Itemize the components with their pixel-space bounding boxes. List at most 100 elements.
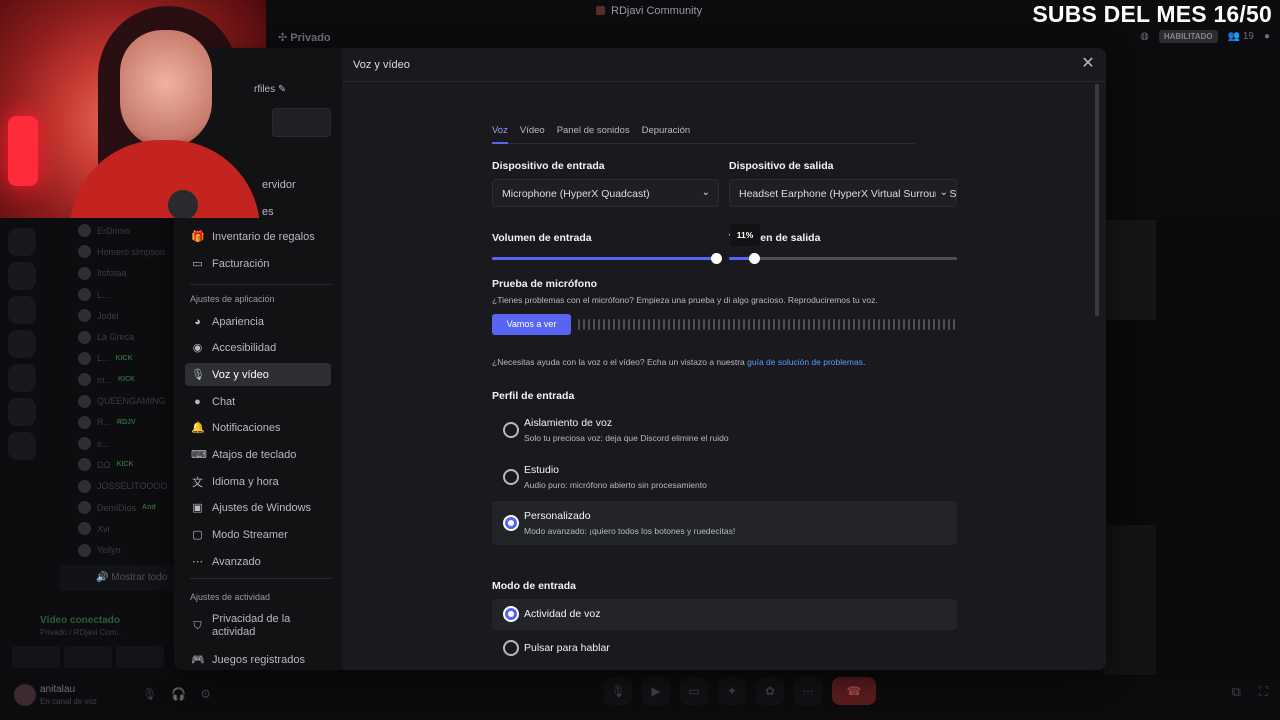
tab-voice[interactable]: Voz [492,123,508,144]
server-icon[interactable] [8,296,36,324]
input-volume-knob[interactable] [710,253,722,264]
sidebar-item-voice-video[interactable]: 🎙 Voz y vídeo [185,363,331,386]
profile-option-studio[interactable]: Estudio Audio puro: micrófono abierto si… [492,455,957,499]
sidebar-item-keybinds[interactable]: ⌨ Atajos de teclado [185,443,331,466]
more-button[interactable]: ⋯ [794,677,822,705]
meter-tick [838,319,840,330]
activity-icon[interactable]: ◍ [1140,31,1149,42]
sidebar-item-language[interactable]: 文 Idioma y hora [185,470,331,493]
server-profile-fragment[interactable]: ervidor [262,179,296,191]
server-icon[interactable] [8,262,36,290]
troubleshooting-link[interactable]: guía de solución de problemas [747,357,863,367]
fullscreen-icon[interactable]: ⛶ [1259,684,1268,700]
activity-button[interactable]: ✦ [718,677,746,705]
profiles-link-fragment[interactable]: rfiles ✎ [254,84,286,95]
member-row[interactable]: ΩΩ KICK [78,454,178,475]
sidebar-item-gift-inventory[interactable]: 🎁 Inventario de regalos [185,225,331,248]
popout-icon[interactable]: ⧉ [1232,684,1241,700]
member-row[interactable]: JOSSELITOOOO [78,476,178,497]
output-device-select[interactable]: Headset Earphone (HyperX Virtual Surroun… [729,179,957,207]
sidebar-item-registered-games[interactable]: 🎮 Juegos registrados [185,648,331,670]
members-icon[interactable]: 👥 19 [1228,31,1254,42]
input-device-select[interactable]: Microphone (HyperX Quadcast) ⌄ [492,179,719,207]
meter-tick [583,319,585,330]
palette-icon: ◕ [194,315,201,328]
radio-button[interactable] [503,422,519,438]
member-row[interactable]: La Greca [78,326,178,347]
chat-icon[interactable]: ● [1264,31,1270,42]
disconnect-button[interactable]: ☎ [832,677,876,705]
camera-toggle-button[interactable]: ▶ [642,677,670,705]
show-all-button[interactable]: 🔊 Mostrar todo [60,565,180,591]
server-icon[interactable] [8,330,36,358]
member-row[interactable]: QUEENGAMING [78,390,178,411]
member-row[interactable]: ErDrimo [78,220,178,241]
add-server-icon[interactable] [8,432,36,460]
input-volume-label: Volumen de entrada [492,232,592,244]
input-mode-title: Modo de entrada [492,580,577,592]
member-row[interactable]: Yeilyn [78,539,178,560]
sidebar-item-chat[interactable]: ● Chat [185,390,331,413]
output-volume-track[interactable] [729,257,957,260]
meter-tick [588,319,590,330]
explore-icon[interactable] [8,398,36,426]
mode-option-voice-activity[interactable]: Actividad de voz [492,599,957,630]
camera-button[interactable] [12,646,60,668]
sidebar-item-advanced[interactable]: ⋯ Avanzado [185,550,331,573]
sidebar-item-activity-privacy[interactable]: ⛉ Privacidad de la actividad [185,611,331,641]
member-row[interactable]: R... RDJV [78,412,178,433]
voice-member-list: ErDrimo Homero simpson Itsfotaa L... Jodel La… [78,220,178,561]
sidebar-item-appearance[interactable]: ◕ Apariencia [185,310,331,333]
member-row[interactable]: L... [78,284,178,305]
radio-button-selected[interactable] [503,606,519,622]
mic-toggle-button[interactable]: 🎙 [604,677,632,705]
meter-tick [743,319,745,330]
sidebar-item-notifications[interactable]: 🔔 Notificaciones [185,416,331,439]
member-row[interactable]: m... KICK [78,369,178,390]
meter-tick [888,319,890,330]
radio-button[interactable] [503,640,519,656]
gear-icon[interactable]: ⚙ [200,687,211,701]
server-icon[interactable] [8,228,36,256]
member-row[interactable]: DemiDios And [78,497,178,518]
server-icon[interactable] [8,364,36,392]
mic-test-button[interactable]: Vamos a ver [492,314,571,335]
tab-debug[interactable]: Depuración [642,123,691,144]
meter-tick [688,319,690,330]
scrollbar[interactable] [1095,84,1099,316]
member-row[interactable]: L... KICK [78,348,178,369]
activities-button[interactable] [116,646,164,668]
member-name: R... [97,417,112,428]
member-tag: RDJV [117,418,136,426]
close-icon[interactable]: ✕ [1079,55,1097,73]
member-row[interactable]: Xvi [78,518,178,539]
sidebar-fragment[interactable]: es [262,206,274,218]
headphones-icon[interactable]: 🎧 [171,687,186,701]
radio-button-selected[interactable] [503,515,519,531]
radio-button[interactable] [503,469,519,485]
soundboard-button[interactable]: ✿ [756,677,784,705]
sidebar-item-accessibility[interactable]: ◉ Accesibilidad [185,336,331,359]
meter-tick [793,319,795,330]
sidebar-item-windows[interactable]: ▣ Ajustes de Windows [185,496,331,519]
profile-option-custom[interactable]: Personalizado Modo avanzado: ¡quiero tod… [492,501,957,545]
mute-icon[interactable]: 🎙 [142,687,157,701]
member-row[interactable]: Jodel [78,305,178,326]
member-row[interactable]: s... [78,433,178,454]
profile-option-voice-isolation[interactable]: Aislamiento de voz Solo tu preciosa voz:… [492,408,957,452]
language-icon: 文 [192,476,203,489]
avatar [78,415,91,429]
output-volume-knob[interactable] [748,253,760,264]
mode-option-push-to-talk[interactable]: Pulsar para hablar [492,633,957,664]
sidebar-item-billing[interactable]: ▭ Facturación [185,252,331,275]
sidebar-item-streamer-mode[interactable]: ▢ Modo Streamer [185,523,331,546]
avatar[interactable] [14,684,36,706]
member-row[interactable]: Itsfotaa [78,263,178,284]
tab-soundboard[interactable]: Panel de sonidos [557,123,630,144]
screen-share-button[interactable] [64,646,112,668]
tab-video[interactable]: Vídeo [520,123,545,144]
avatar [78,224,91,238]
screen-share-button[interactable]: ▭ [680,677,708,705]
member-row[interactable]: Homero simpson [78,241,178,262]
settings-search-input[interactable] [272,108,331,137]
